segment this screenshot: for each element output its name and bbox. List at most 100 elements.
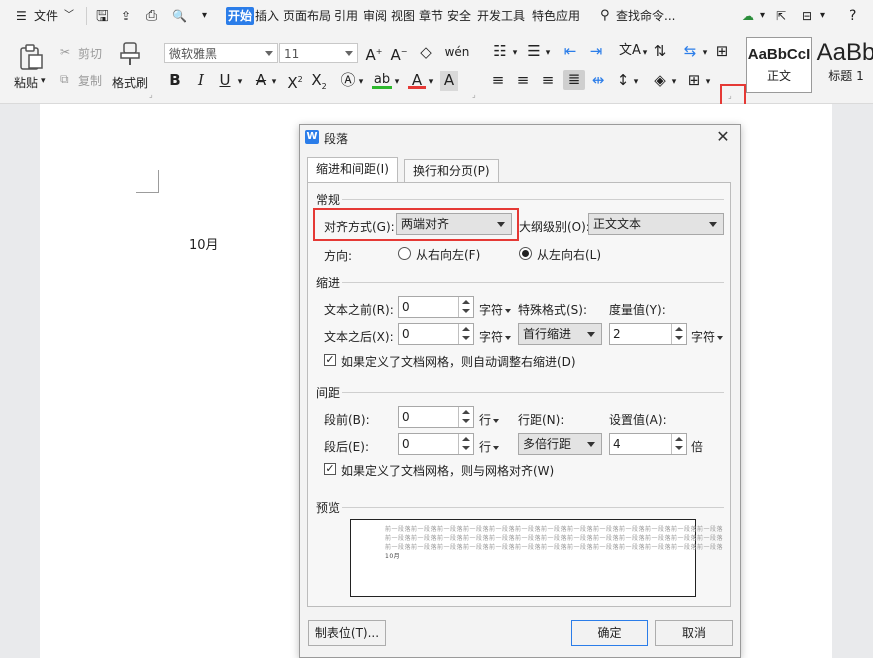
paste-dropdown-icon[interactable]: ▾ <box>41 76 46 86</box>
char-shading-icon[interactable]: A <box>440 71 458 91</box>
font-color-icon[interactable]: A <box>408 71 426 89</box>
spin-up-icon[interactable] <box>462 327 470 331</box>
bullets-icon[interactable]: ☷ <box>490 42 510 62</box>
align-center-icon[interactable]: ≡ <box>513 71 533 91</box>
measure-unit[interactable]: 字符 <box>691 328 724 345</box>
subscript-icon[interactable]: X2 <box>308 71 330 91</box>
line-spacing-icon[interactable]: ↕ <box>613 71 633 91</box>
borders-icon[interactable]: ⊞ <box>684 71 704 91</box>
indent-before-unit[interactable]: 字符 <box>479 301 512 318</box>
tab-sections[interactable]: 章节 <box>419 7 443 25</box>
help-button[interactable]: ? <box>849 7 856 25</box>
font-name-select[interactable]: 微软雅黑 <box>164 43 278 63</box>
rtl-label[interactable]: 从右向左(F) <box>416 246 480 263</box>
style-heading-1[interactable]: AaBb 标题 1 <box>811 37 873 91</box>
spin-up-icon[interactable] <box>675 327 683 331</box>
scroll-area[interactable] <box>832 104 873 658</box>
tabs-button[interactable]: 制表位(T)... <box>308 620 386 646</box>
grow-font-icon[interactable]: A+ <box>364 43 384 64</box>
spin-down-icon[interactable] <box>462 419 470 423</box>
copy-icon[interactable]: ⧉ <box>60 72 69 87</box>
line-spacing-select[interactable]: 多倍行距 <box>518 433 602 455</box>
ltr-label[interactable]: 从左向右(L) <box>537 246 601 263</box>
spin-up-icon[interactable] <box>675 437 683 441</box>
clear-format-icon[interactable]: ◇ <box>416 43 436 63</box>
more-icon[interactable]: ⊟ <box>802 7 812 25</box>
text-effect-dropdown-icon[interactable]: ▾ <box>356 73 366 93</box>
distributed-icon[interactable]: ⇹ <box>588 71 608 91</box>
tab-home[interactable]: 开始 <box>226 7 255 25</box>
outline-level-select[interactable]: 正文文本 <box>588 213 724 235</box>
close-icon[interactable]: ✕ <box>714 127 732 147</box>
hamburger-icon[interactable]: ☰ <box>16 7 27 25</box>
measure-input[interactable]: 2 <box>609 323 687 345</box>
chevron-down-icon[interactable]: ﹀ <box>64 7 74 25</box>
numbering-icon[interactable]: ☰ <box>524 42 544 62</box>
decrease-indent-icon[interactable]: ⇤ <box>560 42 580 62</box>
print-icon[interactable]: ⎙ <box>146 7 157 25</box>
export-icon[interactable]: ⇪ <box>121 7 131 25</box>
spin-up-icon[interactable] <box>462 410 470 414</box>
more-dropdown-icon[interactable]: ▾ <box>820 7 825 25</box>
increase-indent-icon[interactable]: ⇥ <box>586 42 606 62</box>
spin-up-icon[interactable] <box>462 300 470 304</box>
tab-review[interactable]: 审阅 <box>363 7 387 25</box>
paste-button[interactable]: 粘贴 <box>14 74 38 91</box>
underline-icon[interactable]: U <box>216 71 234 91</box>
spinner[interactable] <box>458 434 473 454</box>
tab-references[interactable]: 引用 <box>334 7 358 25</box>
auto-adjust-label[interactable]: 如果定义了文档网格，则自动调整右缩进(D) <box>341 353 576 370</box>
pinyin-guide-icon[interactable]: wén <box>444 43 470 63</box>
grid-align-label[interactable]: 如果定义了文档网格，则与网格对齐(W) <box>341 462 554 479</box>
space-before-unit[interactable]: 行 <box>479 411 500 428</box>
tab-line-page-breaks[interactable]: 换行和分页(P) <box>404 159 499 182</box>
file-menu[interactable]: 文件 <box>34 7 58 25</box>
ok-button[interactable]: 确定 <box>571 620 648 646</box>
spinner[interactable] <box>671 324 686 344</box>
share-icon[interactable]: ⇱ <box>776 7 786 25</box>
tab-page-layout[interactable]: 页面布局 <box>283 7 331 25</box>
align-right-icon[interactable]: ≡ <box>538 71 558 91</box>
sort-icon[interactable]: ⇅ <box>650 42 670 62</box>
cloud-dropdown-icon[interactable]: ▾ <box>760 7 765 25</box>
rtl-radio[interactable] <box>398 247 411 260</box>
spinner[interactable] <box>458 297 473 317</box>
spinner[interactable] <box>458 407 473 427</box>
bullets-dropdown-icon[interactable]: ▾ <box>510 44 520 64</box>
font-launcher-icon[interactable]: ⌟ <box>472 90 476 99</box>
underline-dropdown-icon[interactable]: ▾ <box>235 73 245 93</box>
save-icon[interactable]: 🖫 <box>96 7 109 25</box>
tab-developer[interactable]: 开发工具 <box>477 7 525 25</box>
tab-special[interactable]: 特色应用 <box>532 7 580 25</box>
bold-icon[interactable]: B <box>166 71 184 91</box>
ltr-radio[interactable] <box>519 247 532 260</box>
align-left-icon[interactable]: ≡ <box>488 71 508 91</box>
tab-security[interactable]: 安全 <box>447 7 471 25</box>
chinese-layout-icon[interactable]: 文A <box>618 42 642 62</box>
font-color-dropdown-icon[interactable]: ▾ <box>426 73 436 93</box>
line-spacing-dropdown-icon[interactable]: ▾ <box>631 73 641 93</box>
strikethrough-icon[interactable]: A <box>252 71 270 91</box>
shrink-font-icon[interactable]: A− <box>389 43 409 64</box>
spin-up-icon[interactable] <box>462 437 470 441</box>
space-after-unit[interactable]: 行 <box>479 438 500 455</box>
chinese-layout-dropdown-icon[interactable]: ▾ <box>640 44 650 64</box>
show-hide-dropdown-icon[interactable]: ▾ <box>700 44 710 64</box>
spinner[interactable] <box>671 434 686 454</box>
grid-align-checkbox[interactable]: ✓ <box>324 463 336 475</box>
auto-adjust-checkbox[interactable]: ✓ <box>324 354 336 366</box>
spin-down-icon[interactable] <box>462 446 470 450</box>
numbering-dropdown-icon[interactable]: ▾ <box>543 44 553 64</box>
clipboard-launcher-icon[interactable]: ⌟ <box>149 90 153 99</box>
space-after-input[interactable]: 0 <box>398 433 474 455</box>
paste-icon[interactable] <box>17 43 45 71</box>
superscript-icon[interactable]: X2 <box>284 71 306 92</box>
cancel-button[interactable]: 取消 <box>655 620 733 646</box>
format-painter-button[interactable]: 格式刷 <box>112 74 148 91</box>
spin-down-icon[interactable] <box>675 446 683 450</box>
shading-icon[interactable]: ◈ <box>650 71 670 91</box>
text-effect-icon[interactable]: Ⓐ <box>339 71 357 91</box>
special-format-select[interactable]: 首行缩进 <box>518 323 602 345</box>
copy-button[interactable]: 复制 <box>78 72 102 89</box>
borders-dropdown-icon[interactable]: ▾ <box>703 73 713 93</box>
